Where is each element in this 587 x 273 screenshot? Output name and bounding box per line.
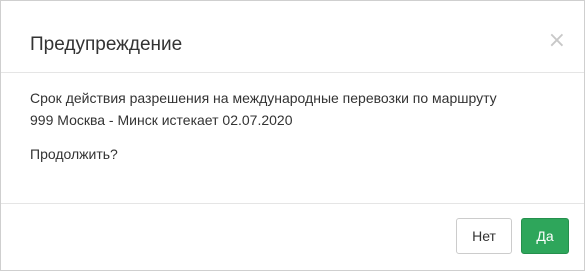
warning-message: Срок действия разрешения на международны… [30,87,570,131]
dialog-body: Срок действия разрешения на международны… [30,87,570,165]
no-button[interactable]: Нет [456,218,512,254]
dialog-title: Предупреждение [30,34,183,55]
close-icon[interactable]: × [548,30,566,52]
confirm-question: Продолжить? [30,146,118,162]
warning-message-line-1: Срок действия разрешения на международны… [30,90,497,106]
warning-message-line-2: 999 Москва - Минск истекает 02.07.2020 [30,112,293,128]
dialog-header: Предупреждение × [1,1,584,73]
warning-dialog: Предупреждение × Срок действия разрешени… [0,0,585,271]
yes-button[interactable]: Да [521,218,569,254]
dialog-footer: Нет Да [1,203,584,272]
